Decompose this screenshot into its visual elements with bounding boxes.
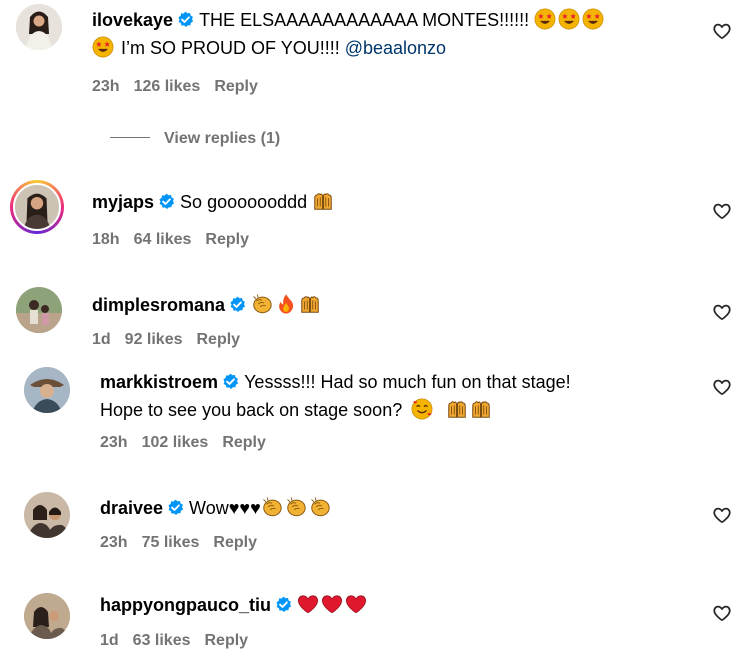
view-replies-label: View replies (1) [164,130,281,147]
comment-line: dimplesromana [92,292,690,319]
comment-meta: 23h 102 likes Reply [100,434,280,452]
red-heart-emoji-icon [321,593,343,615]
comment-likes[interactable]: 64 likes [134,231,192,248]
open-hands-emoji-icon [446,398,468,420]
reply-button[interactable]: Reply [214,78,258,95]
comment-text: Wow♥♥♥ [189,498,261,518]
heart-icon[interactable] [712,21,732,41]
comment-time: 18h [92,231,120,248]
divider [110,137,150,138]
star-struck-emoji-icon [582,8,604,30]
comment-username[interactable]: dimplesromana [92,295,225,315]
comment-time: 23h [100,434,128,451]
view-replies-button[interactable]: View replies (1) [110,130,280,148]
comment-username[interactable]: myjaps [92,192,154,212]
verified-icon [275,596,292,613]
comment-line: myjaps So gooooooddd [92,189,690,216]
comment-meta: 23h 126 likes Reply [92,78,272,96]
avatar[interactable] [24,492,70,538]
star-struck-emoji-icon [92,36,114,58]
comment-time: 23h [100,534,128,551]
smiling-hearts-emoji-icon [411,398,433,420]
heart-icon[interactable] [712,201,732,221]
reply-button[interactable]: Reply [205,632,249,649]
fire-emoji-icon [275,293,297,315]
avatar[interactable] [16,287,62,333]
comment-likes[interactable]: 92 likes [125,331,183,348]
comment-text: I’m SO PROUD OF YOU!!!! [121,38,345,58]
avatar[interactable] [10,180,64,234]
avatar[interactable] [16,4,62,50]
comment-meta: 23h 75 likes Reply [100,534,271,552]
comment-username[interactable]: happyongpauco_tiu [100,595,271,615]
comment-time: 23h [92,78,120,95]
comment-likes[interactable]: 75 likes [142,534,200,551]
comment-meta: 18h 64 likes Reply [92,231,263,249]
verified-icon [167,499,184,516]
comment-line: happyongpauco_tiu [100,592,690,619]
verified-icon [158,193,175,210]
reply-button[interactable]: Reply [213,534,257,551]
comment-time: 1d [100,632,119,649]
clapping-hands-emoji-icon [261,496,283,518]
mention-link[interactable]: @beaalonzo [345,38,446,58]
verified-icon [222,373,239,390]
heart-icon[interactable] [712,603,732,623]
red-heart-emoji-icon [297,593,319,615]
verified-icon [229,296,246,313]
avatar[interactable] [24,367,70,413]
comment-line: ilovekaye THE ELSAAAAAAAAAAAA MONTES!!!!!… [92,7,690,34]
comment-line: draivee Wow♥♥♥ [100,495,690,522]
comment-username[interactable]: ilovekaye [92,10,173,30]
comment-meta: 1d 63 likes Reply [100,632,262,650]
comment-line: Hope to see you back on stage soon? [100,397,690,424]
star-struck-emoji-icon [558,8,580,30]
comment-likes[interactable]: 102 likes [142,434,209,451]
comment-likes[interactable]: 63 likes [133,632,191,649]
comment-line: markkistroem Yessss!!! Had so much fun on… [100,369,690,396]
comment-username[interactable]: markkistroem [100,372,218,392]
heart-icon[interactable] [712,377,732,397]
heart-icon[interactable] [712,302,732,322]
comment-likes[interactable]: 126 likes [134,78,201,95]
clapping-hands-emoji-icon [285,496,307,518]
comment-text: Yessss!!! Had so much fun on that stage! [244,372,571,392]
open-hands-emoji-icon [312,190,334,212]
comment-text: THE ELSAAAAAAAAAAAA MONTES!!!!!! [199,10,530,30]
verified-icon [177,11,194,28]
comment-username[interactable]: draivee [100,498,163,518]
comment-line: I’m SO PROUD OF YOU!!!! @beaalonzo [92,35,690,62]
star-struck-emoji-icon [534,8,556,30]
comment-meta: 1d 92 likes Reply [92,331,254,349]
comment-text: Hope to see you back on stage soon? [100,400,403,420]
clapping-hands-emoji-icon [309,496,331,518]
comment-time: 1d [92,331,111,348]
red-heart-emoji-icon [345,593,367,615]
comment-text: So gooooooddd [180,192,308,212]
reply-button[interactable]: Reply [222,434,266,451]
open-hands-emoji-icon [470,398,492,420]
reply-button[interactable]: Reply [197,331,241,348]
reply-button[interactable]: Reply [205,231,249,248]
avatar[interactable] [24,593,70,639]
clapping-hands-emoji-icon [251,293,273,315]
heart-icon[interactable] [712,505,732,525]
open-hands-emoji-icon [299,293,321,315]
